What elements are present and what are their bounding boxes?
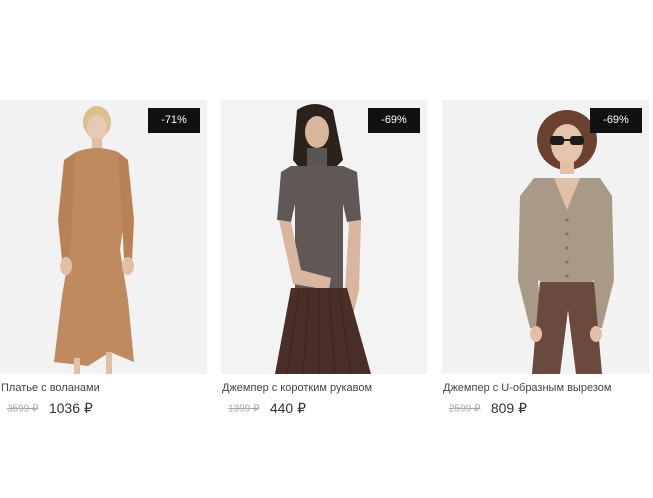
- product-card[interactable]: -69% Джемпер с U-образным вырезом 2599 ₽…: [442, 100, 649, 416]
- product-image[interactable]: -69%: [221, 100, 427, 374]
- product-card[interactable]: -69% Джемпер с коротким рукавом 1399 ₽ 4…: [221, 100, 428, 416]
- new-price: 440 ₽: [269, 400, 306, 417]
- discount-badge: -69%: [590, 108, 642, 133]
- discount-badge: -71%: [148, 108, 200, 133]
- price-block: 3599 ₽ 1036 ₽: [7, 400, 93, 418]
- model-in-camel-knit-dress-image: [0, 100, 207, 374]
- discount-badge: -69%: [368, 108, 420, 133]
- product-name[interactable]: Платье с воланами: [1, 382, 100, 394]
- product-image[interactable]: -71%: [0, 100, 207, 374]
- old-price: 2599 ₽: [449, 403, 481, 415]
- new-price: 809 ₽: [490, 400, 527, 417]
- product-name[interactable]: Джемпер с коротким рукавом: [222, 382, 372, 394]
- old-price: 1399 ₽: [228, 403, 260, 415]
- price-block: 1399 ₽ 440 ₽: [228, 400, 306, 418]
- product-image[interactable]: -69%: [442, 100, 649, 374]
- price-block: 2599 ₽ 809 ₽: [449, 400, 527, 418]
- old-price: 3599 ₽: [7, 403, 39, 415]
- model-in-grey-short-sleeve-turtleneck-image: [221, 100, 427, 374]
- product-card[interactable]: -71% Платье с воланами 3599 ₽ 1036 ₽: [0, 100, 207, 416]
- product-name[interactable]: Джемпер с U-образным вырезом: [443, 382, 611, 394]
- new-price: 1036 ₽: [48, 400, 93, 417]
- model-in-taupe-cardigan-image: [442, 100, 649, 374]
